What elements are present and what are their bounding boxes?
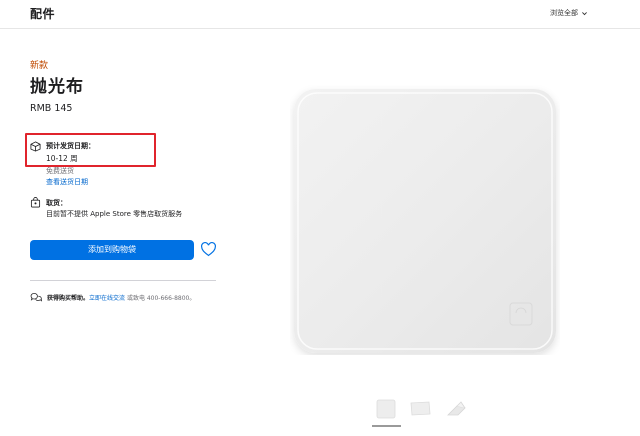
product-page: 配件 浏览全部 新款 抛光布 RMB 145 预计发货日期： 10-12 周 免…	[0, 0, 640, 436]
top-navigation-bar: 配件 浏览全部	[0, 0, 640, 29]
browse-all-label: 浏览全部	[550, 9, 578, 17]
product-title: 抛光布	[30, 77, 84, 97]
polishing-cloth-image	[294, 89, 556, 353]
browse-all-menu[interactable]: 浏览全部	[550, 8, 588, 18]
view-delivery-dates-link[interactable]: 查看送货日期	[46, 177, 88, 187]
chat-bubbles-icon	[30, 293, 43, 302]
purchase-help-text: 获得购买帮助。立即在线交流 或致电 400-666-8800。	[47, 293, 195, 302]
thumbnail-front[interactable]	[374, 397, 398, 421]
shipping-date-label: 预计发货日期：	[46, 142, 95, 150]
pickup-unavailable-note: 目前暂不提供 Apple Store 零售店取货服务	[46, 210, 183, 218]
add-to-bag-button[interactable]: 添加到购物袋	[30, 240, 194, 260]
heart-icon[interactable]	[200, 241, 217, 258]
selected-thumbnail-indicator	[372, 425, 401, 427]
section-divider	[30, 280, 216, 281]
help-heading: 获得购买帮助。	[47, 295, 90, 302]
page-category-title: 配件	[30, 7, 56, 21]
pickup-label: 取货：	[46, 199, 67, 207]
free-delivery-text: 免费送货	[46, 167, 74, 175]
thumbnail-angle[interactable]	[408, 397, 432, 421]
chevron-down-icon	[582, 11, 587, 15]
chat-online-link[interactable]: 立即在线交流	[89, 295, 125, 302]
help-phone-text: 或致电 400-666-8800。	[125, 295, 196, 302]
box-icon	[30, 141, 41, 152]
thumbnail-folded[interactable]	[445, 397, 469, 421]
new-badge: 新款	[30, 61, 49, 71]
store-bag-icon	[30, 197, 41, 208]
product-price: RMB 145	[30, 103, 73, 114]
shipping-date-value: 10-12 周	[46, 154, 78, 163]
